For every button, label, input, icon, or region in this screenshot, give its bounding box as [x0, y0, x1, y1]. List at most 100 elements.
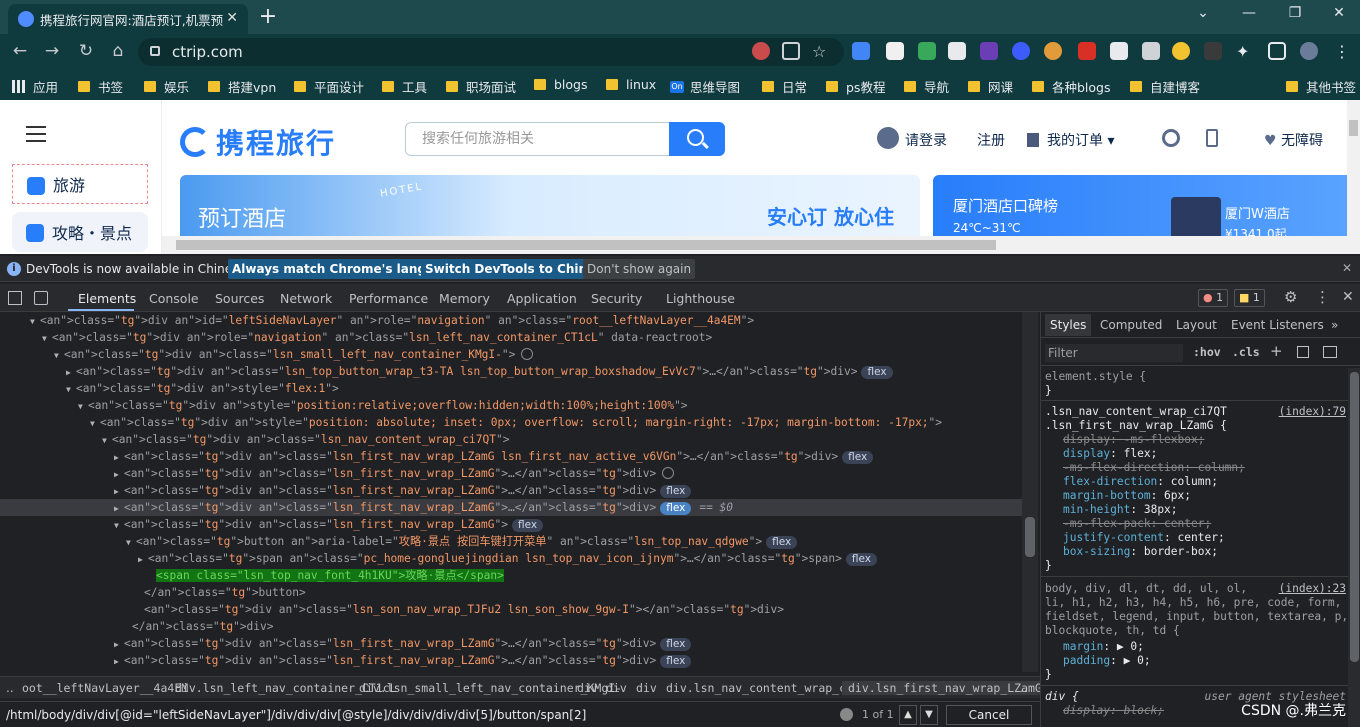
accessibility-link[interactable]: ♥ 无障碍 — [1264, 130, 1323, 150]
expand-arrow-icon[interactable]: ▼ — [42, 330, 52, 347]
css-property[interactable]: flex-direction: column; — [1063, 475, 1218, 489]
flex-badge[interactable]: flex — [845, 553, 877, 566]
scroll-badge-icon[interactable] — [521, 348, 534, 360]
ctrip-logo[interactable]: 携程旅行 — [180, 122, 336, 162]
class-toggle[interactable]: .cls — [1232, 345, 1260, 359]
share-icon[interactable] — [782, 42, 800, 60]
extension-green-icon[interactable] — [918, 42, 936, 60]
tab-performance[interactable]: Performance — [349, 291, 428, 306]
register-link[interactable]: 注册 — [977, 130, 1005, 150]
restore-button[interactable]: ❐ — [1280, 5, 1310, 21]
back-button[interactable]: ← — [8, 41, 32, 61]
reload-button[interactable]: ↻ — [74, 41, 98, 61]
expand-arrow-icon[interactable]: ▼ — [114, 517, 124, 534]
dom-node-line[interactable]: ▼ <an">class="tg">div an">id="leftSideNav… — [0, 312, 1022, 329]
expand-arrow-icon[interactable]: ▼ — [90, 415, 100, 432]
dom-node-line[interactable]: ▼ <an">class="tg">div an">class="lsn_smal… — [0, 346, 1022, 363]
hover-state-toggle[interactable]: :hov — [1193, 345, 1221, 359]
expand-arrow-icon[interactable]: ▼ — [66, 381, 76, 398]
bookmark-folder[interactable]: 导航 — [904, 77, 949, 96]
bookmark-other[interactable]: 其他书签 — [1286, 77, 1356, 96]
expand-arrow-icon[interactable]: ▼ — [78, 398, 88, 415]
dom-node-line[interactable]: ▶ <an">class="tg">div an">class="lsn_firs… — [0, 482, 1022, 499]
expand-arrow-icon[interactable]: ▶ — [138, 551, 148, 568]
extension-list-icon[interactable] — [1110, 42, 1128, 60]
rule-selector[interactable]: .lsn_first_nav_wrap_LZamG { — [1045, 419, 1227, 433]
my-orders-menu[interactable]: 我的订单 ▾ — [1027, 130, 1114, 150]
scroll-badge-icon[interactable] — [662, 467, 675, 479]
tab-elements[interactable]: Elements — [78, 291, 136, 306]
dom-node-line[interactable]: ▶ <an">class="tg">div an">class="lsn_firs… — [0, 635, 1022, 652]
login-link[interactable]: 请登录 — [905, 130, 947, 150]
computed-styles-icon[interactable] — [1297, 346, 1309, 358]
user-avatar-icon[interactable] — [877, 127, 899, 149]
tab-console[interactable]: Console — [149, 291, 199, 306]
css-property[interactable]: -ms-flex-pack: center; — [1063, 517, 1211, 531]
next-match-button[interactable]: ▼ — [920, 705, 938, 725]
chevron-down-icon[interactable]: ⌄ — [1188, 5, 1218, 21]
css-property[interactable]: padding: ▶ 0; — [1063, 654, 1151, 668]
extension-red-icon[interactable] — [1078, 42, 1096, 60]
css-property[interactable]: margin-bottom: 6px; — [1063, 489, 1191, 503]
styles-scrollbar[interactable] — [1348, 368, 1360, 727]
extension-yellow-icon[interactable] — [1172, 42, 1190, 60]
css-property[interactable]: box-sizing: border-box; — [1063, 545, 1218, 559]
find-input[interactable]: /html/body/div/div[@id="leftSideNavLayer… — [4, 705, 860, 725]
flex-badge[interactable]: flex — [660, 502, 692, 515]
extension-ia-icon[interactable] — [980, 42, 998, 60]
dom-node-line[interactable]: </an">class="tg">div> — [0, 618, 1022, 635]
tab-sources[interactable]: Sources — [215, 291, 264, 306]
rule-selector[interactable]: .lsn_nav_content_wrap_ci7QT — [1045, 405, 1227, 419]
vertical-scrollbar[interactable] — [1347, 100, 1360, 254]
expand-arrow-icon[interactable]: ▼ — [102, 432, 112, 449]
puzzle-extensions-icon[interactable]: ✦ — [1236, 42, 1254, 61]
extension-new-icon[interactable] — [948, 42, 966, 60]
dom-node-line[interactable]: ▼ <an">class="tg">div an">style="position… — [0, 397, 1022, 414]
address-bar[interactable]: ctrip.com — [138, 38, 844, 66]
dom-node-line[interactable]: <an">class="tg">div an">class="lsn_son_n… — [0, 601, 1022, 618]
scroll-thumb[interactable] — [1025, 517, 1035, 557]
settings-gear-icon[interactable]: ⚙ — [1284, 288, 1297, 306]
customer-service-icon[interactable] — [1162, 129, 1180, 147]
expand-arrow-icon[interactable]: ▼ — [30, 313, 40, 330]
more-options-icon[interactable]: ⋮ — [1315, 288, 1330, 306]
bookmark-folder[interactable]: linux — [606, 77, 656, 92]
new-tab-button[interactable]: + — [256, 4, 280, 29]
rule-selector[interactable]: blockquote, th, td { — [1045, 624, 1180, 638]
mobile-app-icon[interactable] — [1206, 129, 1218, 147]
hamburger-menu-icon[interactable] — [26, 126, 46, 147]
bookmark-folder[interactable]: 职场面试 — [446, 77, 516, 96]
more-tabs-icon[interactable]: » — [1331, 318, 1338, 332]
new-rule-icon[interactable]: + — [1270, 342, 1283, 360]
flex-badge[interactable]: flex — [660, 485, 692, 498]
dom-node-line[interactable]: ▶ <an">class="tg">div an">class="lsn_top_… — [0, 363, 1022, 380]
close-window-button[interactable]: ✕ — [1324, 5, 1354, 21]
side-panel-icon[interactable] — [1268, 42, 1286, 60]
dont-show-again-button[interactable]: Don't show again — [583, 259, 696, 279]
scroll-thumb[interactable] — [176, 240, 996, 250]
dom-node-line[interactable]: ▼ <an">class="tg">div an">class="lsn_firs… — [0, 516, 1022, 533]
bookmark-folder[interactable]: blogs — [534, 77, 588, 92]
bookmark-star-icon[interactable]: ☆ — [812, 42, 830, 61]
search-input[interactable]: 搜索任何旅游相关 — [405, 122, 670, 156]
bookmark-folder[interactable]: 日常 — [762, 77, 807, 96]
dom-node-line[interactable]: ▼ <an">class="tg">button an">aria-label="… — [0, 533, 1022, 550]
css-property[interactable]: justify-content: center; — [1063, 531, 1225, 545]
dom-node-line[interactable]: </an">class="tg">button> — [0, 584, 1022, 601]
bookmark-folder[interactable]: 搭建vpn — [208, 77, 276, 96]
bookmark-folder[interactable]: 自建博客 — [1130, 77, 1200, 96]
previous-match-button[interactable]: ▲ — [899, 705, 917, 725]
flex-badge[interactable]: flex — [512, 519, 544, 532]
flex-badge[interactable]: flex — [861, 366, 893, 379]
bookmark-folder[interactable]: 书签 — [78, 77, 123, 96]
profile-avatar[interactable] — [1300, 42, 1318, 60]
breadcrumb-item[interactable]: div — [606, 681, 627, 695]
tab-security[interactable]: Security — [591, 291, 642, 306]
breadcrumb-item[interactable]: div — [636, 681, 657, 695]
close-devtools-icon[interactable]: ✕ — [1342, 289, 1354, 305]
css-property[interactable]: display: -ms-flexbox; — [1063, 433, 1204, 447]
css-property[interactable]: margin: ▶ 0; — [1063, 640, 1144, 654]
minimize-button[interactable]: — — [1234, 5, 1264, 21]
home-button[interactable]: ⌂ — [106, 41, 130, 61]
styles-filter-input[interactable]: Filter — [1045, 344, 1183, 362]
